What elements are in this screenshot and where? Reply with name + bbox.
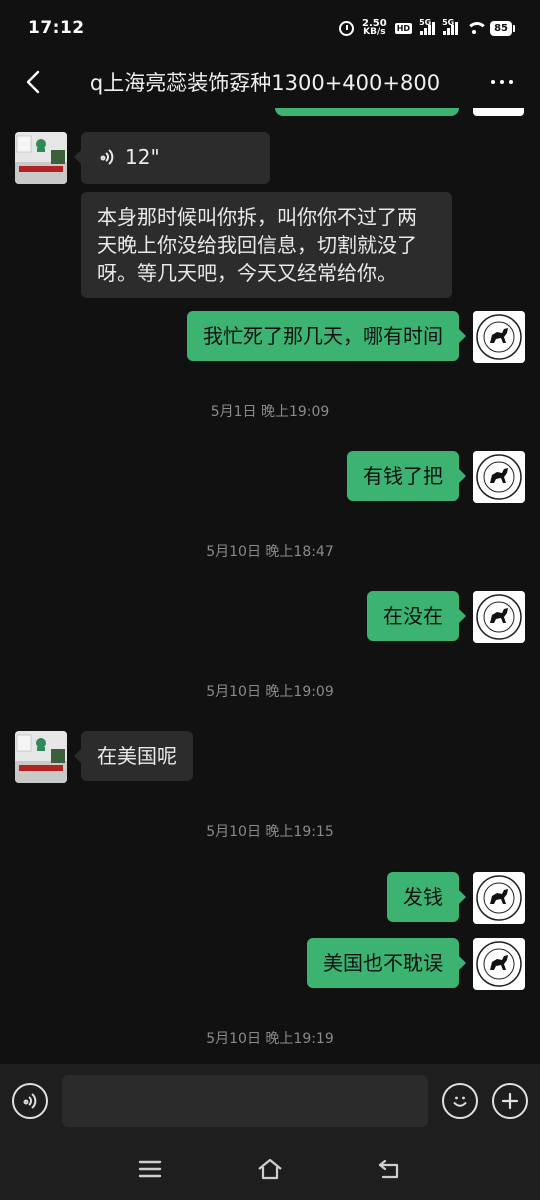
partial-avatar: [473, 108, 524, 116]
message-input[interactable]: [62, 1075, 428, 1127]
input-actions: [442, 1083, 528, 1119]
alarm-icon: [339, 20, 355, 36]
avatar-self[interactable]: [473, 938, 525, 990]
voice-icon: [23, 1093, 37, 1109]
partial-message-bubble: [275, 108, 459, 116]
emoji-icon: [453, 1096, 467, 1107]
avatar-self[interactable]: [473, 872, 525, 924]
chat-header: q上海亮蕊装饰孬种1300+400+800: [0, 56, 540, 108]
status-icons: 2.50 KB/s HD 5G 5G 85: [339, 18, 515, 37]
home-icon: [258, 1158, 282, 1180]
network-speed-unit: KB/s: [363, 27, 386, 37]
nav-menu-button[interactable]: [130, 1149, 170, 1189]
chat-area[interactable]: 12" 本身那时候叫你拆，叫你你不过了两天晚上你没给我回信息，切割就没了呀。等几…: [0, 108, 540, 1064]
return-icon: [378, 1159, 399, 1179]
nav-back-button[interactable]: [370, 1149, 410, 1189]
message-bubble-received[interactable]: 本身那时候叫你拆，叫你你不过了两天晚上你没给我回信息，切割就没了呀。等几天吧，今…: [81, 192, 452, 298]
sim1-label: 5G: [419, 18, 432, 27]
timestamp: 5月10日 晚上18:47: [206, 544, 334, 560]
avatar-self[interactable]: [473, 451, 525, 503]
avatar-contact[interactable]: [15, 132, 67, 184]
message-bubble-sent[interactable]: 在没在: [367, 591, 466, 641]
timestamp: 5月10日 晚上19:19: [206, 1031, 334, 1047]
voice-input-button[interactable]: [12, 1083, 48, 1119]
chat-title: q上海亮蕊装饰孬种1300+400+800: [89, 71, 441, 95]
message-bubble-sent[interactable]: 我忙死了那几天，哪有时间: [187, 311, 466, 361]
timestamp: 5月1日 晚上19:09: [210, 404, 330, 420]
avatar-self[interactable]: [473, 311, 525, 363]
signal-icon-sim1: 5G: [419, 18, 436, 35]
plus-icon: [501, 1092, 519, 1110]
hd-badge: HD: [394, 22, 413, 34]
nav-home-button[interactable]: [250, 1149, 290, 1189]
message-bubble-sent[interactable]: 有钱了把: [347, 451, 466, 501]
more-button[interactable]: [482, 62, 522, 102]
avatar-contact[interactable]: [15, 731, 67, 783]
message-bubble-voice[interactable]: 12": [74, 132, 270, 184]
status-time: 17:12: [28, 18, 85, 38]
network-speed: 2.50 KB/s: [362, 19, 387, 37]
voice-icon: [100, 149, 114, 165]
add-button[interactable]: [492, 1083, 528, 1119]
menu-icon: [138, 1160, 162, 1178]
timestamp: 5月10日 晚上19:15: [206, 824, 334, 840]
system-nav-bar: [0, 1138, 540, 1200]
input-bar: [0, 1064, 540, 1138]
status-bar: 17:12 2.50 KB/s HD 5G 5G 85: [0, 0, 540, 56]
emoji-button[interactable]: [442, 1083, 478, 1119]
timestamp: 5月10日 晚上19:09: [206, 684, 334, 700]
battery-indicator: 85: [490, 20, 515, 36]
wifi-icon: [466, 22, 489, 34]
back-button[interactable]: [18, 62, 48, 102]
voice-duration: 12": [125, 145, 160, 169]
message-bubble-sent[interactable]: 美国也不耽误: [307, 938, 466, 988]
chevron-left-icon: [26, 70, 40, 94]
avatar-self[interactable]: [473, 591, 525, 643]
message-bubble-received[interactable]: 在美国呢: [74, 731, 193, 781]
more-dots-icon: [491, 80, 495, 84]
signal-icon-sim2: 5G: [442, 18, 459, 35]
message-bubble-sent[interactable]: 发钱: [387, 872, 466, 922]
sim2-label: 5G: [442, 18, 455, 27]
